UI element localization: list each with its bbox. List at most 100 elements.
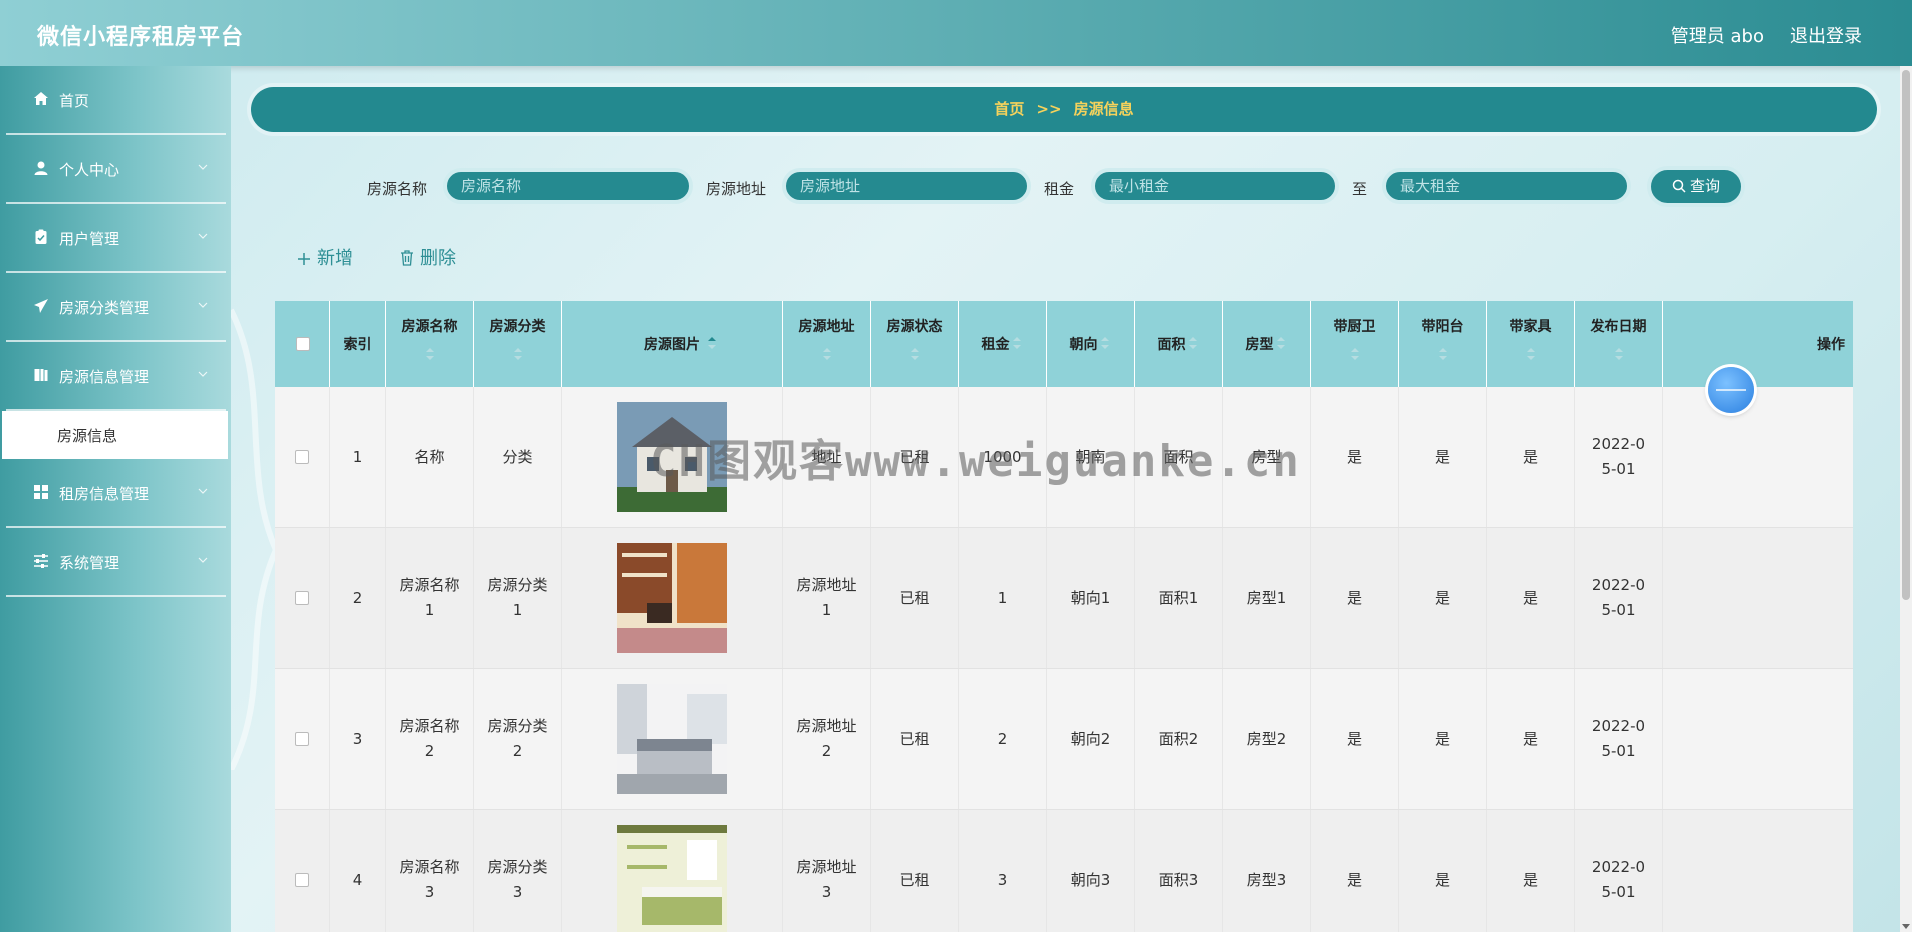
header-kitchen[interactable]: 带厨卫 [1311,301,1399,387]
search-address-input[interactable] [782,168,1031,204]
sidebar-item-label: 个人中心 [59,161,120,179]
trash-icon [401,250,413,266]
sidebar-item-system-management[interactable]: 系统管理 [6,528,226,597]
table-row[interactable]: 2 房源名称1 房源分类1 房源地址1 已租 1 朝向1 面积1 房型1 是 是… [275,528,1853,669]
row-checkbox[interactable] [295,732,309,746]
page-scrollbar[interactable] [1900,66,1912,932]
cell-house-name: 房源名称3 [386,810,474,932]
cell-house-image [562,669,783,809]
sliders-icon [34,554,48,568]
cell-layout: 房型1 [1223,528,1311,668]
search-button[interactable]: 查询 [1647,166,1745,207]
cell-house-status: 已租 [871,669,959,809]
sidebar-item-home[interactable]: 首页 [6,66,226,135]
house-info-table: 索引 房源名称 房源分类 房源图片 房源地址 房源状态 租金 朝向 面积 房型 … [275,301,1853,932]
cell-furniture: 是 [1487,810,1575,932]
sidebar-item-personal-center[interactable]: 个人中心 [6,135,226,204]
chevron-down-icon [198,488,208,494]
cell-house-category: 房源分类3 [474,810,562,932]
cell-rent: 3 [959,810,1047,932]
header-operations: 操作 [1817,337,1845,353]
cell-balcony: 是 [1399,387,1487,527]
header-balcony[interactable]: 带阳台 [1399,301,1487,387]
cell-publish-date: 2022-05-01 [1575,528,1663,668]
cell-house-category: 房源分类2 [474,669,562,809]
sort-icon [823,348,831,360]
sidebar-item-house-info-management[interactable]: 房源信息管理 [6,342,226,411]
cell-house-image [562,810,783,932]
search-rent-label: 租金 [1044,180,1075,198]
scroll-down-arrow-icon[interactable] [1902,924,1910,929]
chevron-down-icon [198,164,208,170]
cell-balcony: 是 [1399,528,1487,668]
sidebar-item-label: 系统管理 [59,554,120,572]
sidebar-item-label: 房源信息管理 [59,368,150,386]
cell-house-status: 已租 [871,810,959,932]
search-rent-min-input[interactable] [1091,168,1339,204]
house-thumbnail-image[interactable] [617,825,727,932]
top-header: 微信小程序租房平台 管理员 abo 退出登录 [0,0,1912,66]
cell-house-address: 房源地址1 [783,528,871,668]
select-all-checkbox[interactable] [296,337,310,351]
house-thumbnail-image[interactable] [617,684,727,794]
cell-furniture: 是 [1487,669,1575,809]
house-thumbnail-image[interactable] [617,543,727,653]
cell-house-status: 已租 [871,528,959,668]
sort-icon [1277,337,1285,349]
table-row[interactable]: 4 房源名称3 房源分类3 房源地址3 已租 3 朝向3 面积3 房型3 是 是… [275,810,1853,932]
cell-index: 1 [330,387,386,527]
cell-house-category: 分类 [474,387,562,527]
cell-house-category: 房源分类1 [474,528,562,668]
cell-publish-date: 2022-05-01 [1575,387,1663,527]
header-house-image[interactable]: 房源图片 [562,301,783,387]
chevron-down-icon [198,371,208,377]
row-checkbox[interactable] [295,450,309,464]
sidebar-item-category-management[interactable]: 房源分类管理 [6,273,226,342]
row-checkbox-cell [275,387,330,527]
search-name-label: 房源名称 [367,180,428,198]
delete-button[interactable]: 删除 [400,244,456,270]
header-house-category[interactable]: 房源分类 [474,301,562,387]
sort-icon [514,348,522,360]
sidebar-item-label: 租房信息管理 [59,485,150,503]
breadcrumb-home[interactable]: 首页 [994,100,1024,118]
sidebar-item-rental-info-management[interactable]: 租房信息管理 [6,459,226,528]
sort-icon [426,348,434,360]
cell-area: 面积3 [1135,810,1223,932]
chevron-down-icon [198,233,208,239]
cell-layout: 房型2 [1223,669,1311,809]
book-icon [34,369,48,381]
header-index[interactable]: 索引 [330,301,386,387]
scrollbar-thumb[interactable] [1902,70,1910,600]
breadcrumb-current: 房源信息 [1073,100,1134,118]
cell-index: 2 [330,528,386,668]
logout-link[interactable]: 退出登录 [1790,22,1862,48]
sidebar-item-label: 房源分类管理 [59,299,150,317]
cell-house-address: 房源地址3 [783,810,871,932]
header-furniture[interactable]: 带家具 [1487,301,1575,387]
table-row[interactable]: 3 房源名称2 房源分类2 房源地址2 已租 2 朝向2 面积2 房型2 是 是… [275,669,1853,810]
row-checkbox[interactable] [295,873,309,887]
cell-index: 3 [330,669,386,809]
header-house-address[interactable]: 房源地址 [783,301,871,387]
header-layout[interactable]: 房型 [1223,301,1311,387]
header-publish-date[interactable]: 发布日期 [1575,301,1663,387]
cell-index: 4 [330,810,386,932]
sidebar-subitem-house-info[interactable]: 房源信息 [2,411,228,459]
cell-operations: 详情 修改 [1663,387,1853,527]
add-button[interactable]: 新增 [297,244,353,270]
row-checkbox[interactable] [295,591,309,605]
cell-house-address: 房源地址2 [783,669,871,809]
search-rent-max-input[interactable] [1382,168,1631,204]
sidebar-item-user-management[interactable]: 用户管理 [6,204,226,273]
cell-balcony: 是 [1399,669,1487,809]
grid-icon [34,485,48,499]
cell-kitchen: 是 [1311,810,1399,932]
header-house-name[interactable]: 房源名称 [386,301,474,387]
plus-icon [298,253,310,265]
floating-assistant-ball[interactable] [1708,367,1754,413]
cell-orientation: 朝向1 [1047,528,1135,668]
cell-furniture: 是 [1487,528,1575,668]
search-name-input[interactable] [443,168,693,204]
cell-furniture: 是 [1487,387,1575,527]
